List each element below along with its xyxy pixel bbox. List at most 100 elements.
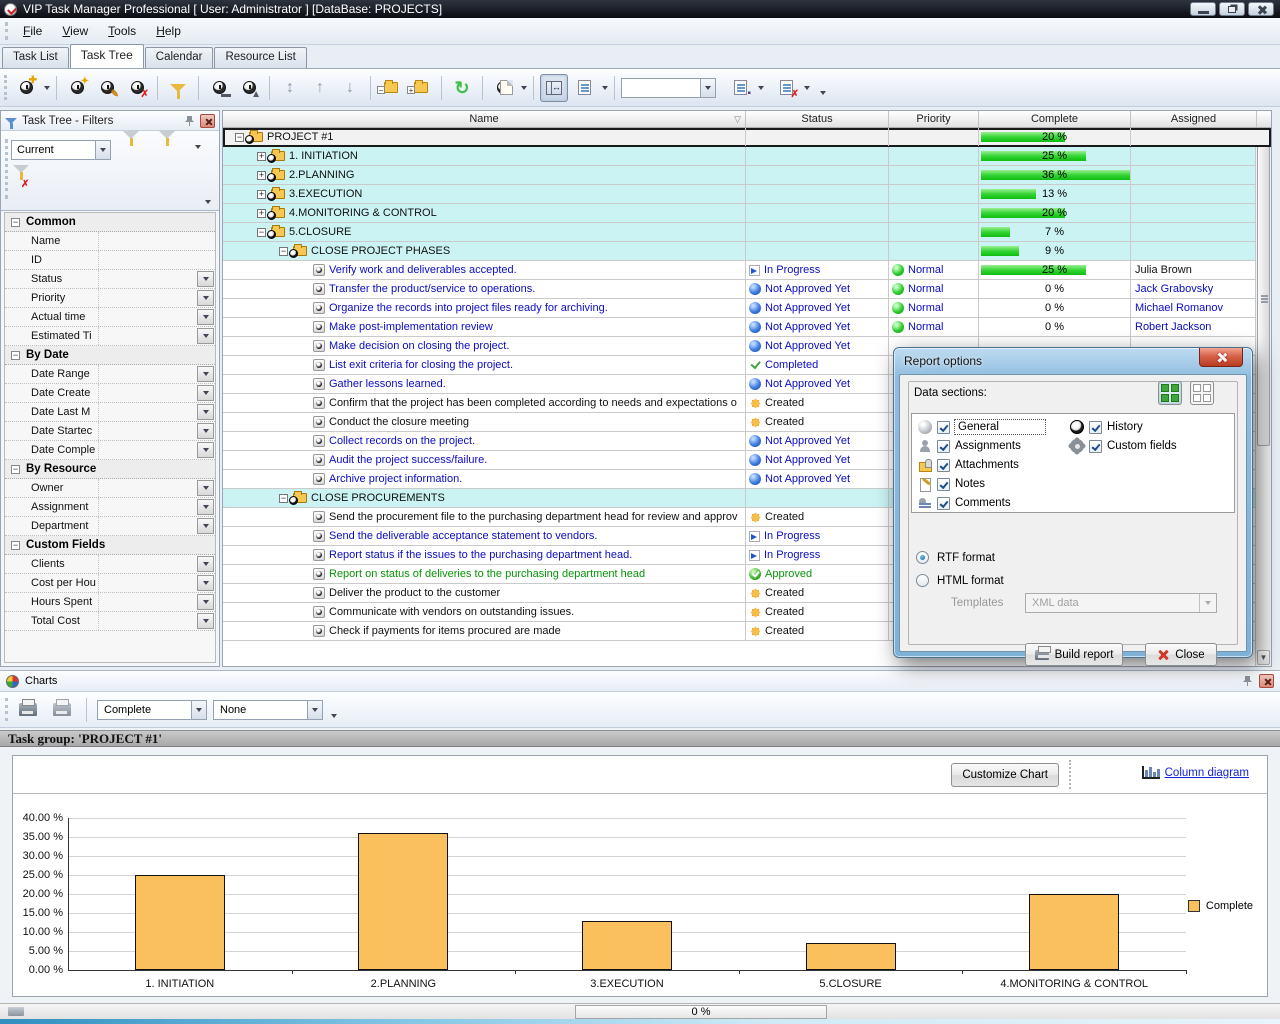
- move-updown-button[interactable]: ↕: [276, 74, 304, 102]
- tab-resource-list[interactable]: Resource List: [214, 47, 306, 68]
- filter-field-date-comple[interactable]: Date Comple: [5, 441, 215, 460]
- save-view-dropdown-icon[interactable]: [758, 86, 764, 90]
- dropdown-icon[interactable]: [197, 518, 214, 534]
- dropdown-icon[interactable]: [197, 499, 214, 515]
- sort-filter-icon[interactable]: ▽: [734, 114, 741, 125]
- checkbox-icon[interactable]: [937, 459, 950, 472]
- toolbar-overflow-icon[interactable]: [820, 91, 826, 95]
- expand-icon[interactable]: +: [257, 190, 266, 199]
- small-icons-view-button[interactable]: [1190, 381, 1214, 405]
- checkbox-icon[interactable]: [937, 478, 950, 491]
- filter-preset-combobox[interactable]: Current: [11, 140, 111, 160]
- customize-chart-button[interactable]: Customize Chart: [951, 763, 1059, 787]
- new-task-dropdown-icon[interactable]: [44, 86, 50, 90]
- collapse-icon[interactable]: −: [279, 247, 288, 256]
- checkbox-icon[interactable]: [1089, 421, 1102, 434]
- filter-field-estimated-ti[interactable]: Estimated Ti: [5, 327, 215, 346]
- charts-pin-icon[interactable]: [1241, 675, 1253, 687]
- delete-view-dropdown-icon[interactable]: [804, 86, 810, 90]
- column-header-name[interactable]: Name▽: [223, 111, 746, 127]
- report-dropdown-icon[interactable]: [521, 86, 527, 90]
- task-group-row[interactable]: −CLOSE PROJECT PHASES9 %: [223, 242, 1271, 261]
- task-row[interactable]: Verify work and deliverables accepted.In…: [223, 261, 1271, 280]
- column-header-assigned[interactable]: Assigned: [1131, 111, 1257, 127]
- collapse-icon[interactable]: −: [279, 494, 288, 503]
- task-group-row[interactable]: +4.MONITORING & CONTROL20 %: [223, 204, 1271, 223]
- column-diagram-link[interactable]: Column diagram: [1165, 767, 1249, 779]
- filter-field-hours-spent[interactable]: Hours Spent: [5, 593, 215, 612]
- chart-series-combobox[interactable]: Complete: [97, 700, 207, 720]
- dropdown-icon[interactable]: [197, 423, 214, 439]
- save-filter-dropdown-icon[interactable]: [195, 145, 201, 149]
- data-section-item-assignments[interactable]: Assignments: [918, 437, 1021, 455]
- expand-icon[interactable]: +: [257, 152, 266, 161]
- vertical-scrollbar[interactable]: ▲ ▼: [1255, 128, 1271, 666]
- checkbox-icon[interactable]: [937, 421, 950, 434]
- apply-filter-button[interactable]: [123, 139, 139, 151]
- filter-field-department[interactable]: Department: [5, 517, 215, 536]
- columns-dropdown-icon[interactable]: [602, 86, 608, 90]
- delete-view-button[interactable]: ✗: [772, 74, 800, 102]
- dropdown-icon[interactable]: [197, 480, 214, 496]
- filter-field-date-range[interactable]: Date Range: [5, 365, 215, 384]
- collapse-all-button[interactable]: −: [377, 74, 405, 102]
- expand-all-button[interactable]: +: [407, 74, 435, 102]
- dropdown-icon[interactable]: [197, 575, 214, 591]
- task-group-row[interactable]: +1. INITIATION25 %: [223, 147, 1271, 166]
- dropdown-icon[interactable]: [197, 328, 214, 344]
- filter-field-owner[interactable]: Owner: [5, 479, 215, 498]
- filter-field-date-create[interactable]: Date Create: [5, 384, 215, 403]
- clear-filter-button[interactable]: ✗: [13, 173, 29, 185]
- task-row[interactable]: Transfer the product/service to operatio…: [223, 280, 1271, 299]
- dropdown-icon[interactable]: [197, 442, 214, 458]
- filter-field-actual-time[interactable]: Actual time: [5, 308, 215, 327]
- save-filter-button[interactable]: [159, 139, 175, 151]
- print-chart-button[interactable]: [14, 696, 42, 724]
- dialog-close-action-button[interactable]: Close: [1145, 643, 1217, 666]
- column-header-status[interactable]: Status: [746, 111, 889, 127]
- task-row[interactable]: Make post-implementation reviewNot Appro…: [223, 318, 1271, 337]
- dropdown-icon[interactable]: [197, 404, 214, 420]
- dropdown-icon[interactable]: [197, 385, 214, 401]
- complete-task-button[interactable]: ▬: [205, 74, 233, 102]
- menu-item-help[interactable]: Help: [147, 20, 190, 42]
- filter-button[interactable]: [164, 74, 192, 102]
- menu-item-tools[interactable]: Tools: [99, 20, 145, 42]
- task-row[interactable]: Organize the records into project files …: [223, 299, 1271, 318]
- filter-field-cost-per-hou[interactable]: Cost per Hou: [5, 574, 215, 593]
- task-group-row[interactable]: +3.EXECUTION13 %: [223, 185, 1271, 204]
- tab-task-list[interactable]: Task List: [2, 47, 69, 68]
- filters-toolbar-overflow-icon[interactable]: [205, 200, 211, 204]
- filter-field-id[interactable]: ID: [5, 251, 215, 270]
- view-preset-combobox[interactable]: [621, 78, 716, 98]
- column-header-priority[interactable]: Priority: [889, 111, 979, 127]
- move-down-button[interactable]: ↓: [336, 74, 364, 102]
- data-section-item-comments[interactable]: Comments: [918, 494, 1011, 512]
- fit-columns-toggle[interactable]: [540, 74, 568, 102]
- print-preview-button[interactable]: [48, 696, 76, 724]
- chart-group-combobox[interactable]: None: [213, 700, 323, 720]
- column-header-complete[interactable]: Complete: [979, 111, 1131, 127]
- tab-task-tree[interactable]: Task Tree: [70, 44, 144, 68]
- refresh-button[interactable]: ↻: [448, 74, 476, 102]
- filter-field-name[interactable]: Name: [5, 232, 215, 251]
- dropdown-icon[interactable]: [197, 594, 214, 610]
- dropdown-icon[interactable]: [197, 556, 214, 572]
- filter-field-total-cost[interactable]: Total Cost: [5, 612, 215, 631]
- html-format-option[interactable]: HTML format: [916, 574, 1004, 587]
- task-group-row[interactable]: +2.PLANNING36 %: [223, 166, 1271, 185]
- expand-icon[interactable]: +: [257, 171, 266, 180]
- filter-field-status[interactable]: Status: [5, 270, 215, 289]
- scroll-down-icon[interactable]: ▼: [1257, 650, 1270, 665]
- restore-button[interactable]: [1219, 2, 1245, 16]
- menu-item-file[interactable]: File: [14, 20, 51, 42]
- checkbox-icon[interactable]: [937, 497, 950, 510]
- minimize-button[interactable]: [1190, 2, 1216, 16]
- task-group-row[interactable]: −5.CLOSURE7 %: [223, 223, 1271, 242]
- charts-toolbar-overflow-icon[interactable]: [331, 714, 337, 718]
- large-icons-view-button[interactable]: [1158, 381, 1182, 405]
- data-section-item-history[interactable]: History: [1070, 418, 1143, 436]
- close-button[interactable]: [1248, 2, 1274, 16]
- filter-field-clients[interactable]: Clients: [5, 555, 215, 574]
- delete-task-button[interactable]: ✗: [123, 74, 151, 102]
